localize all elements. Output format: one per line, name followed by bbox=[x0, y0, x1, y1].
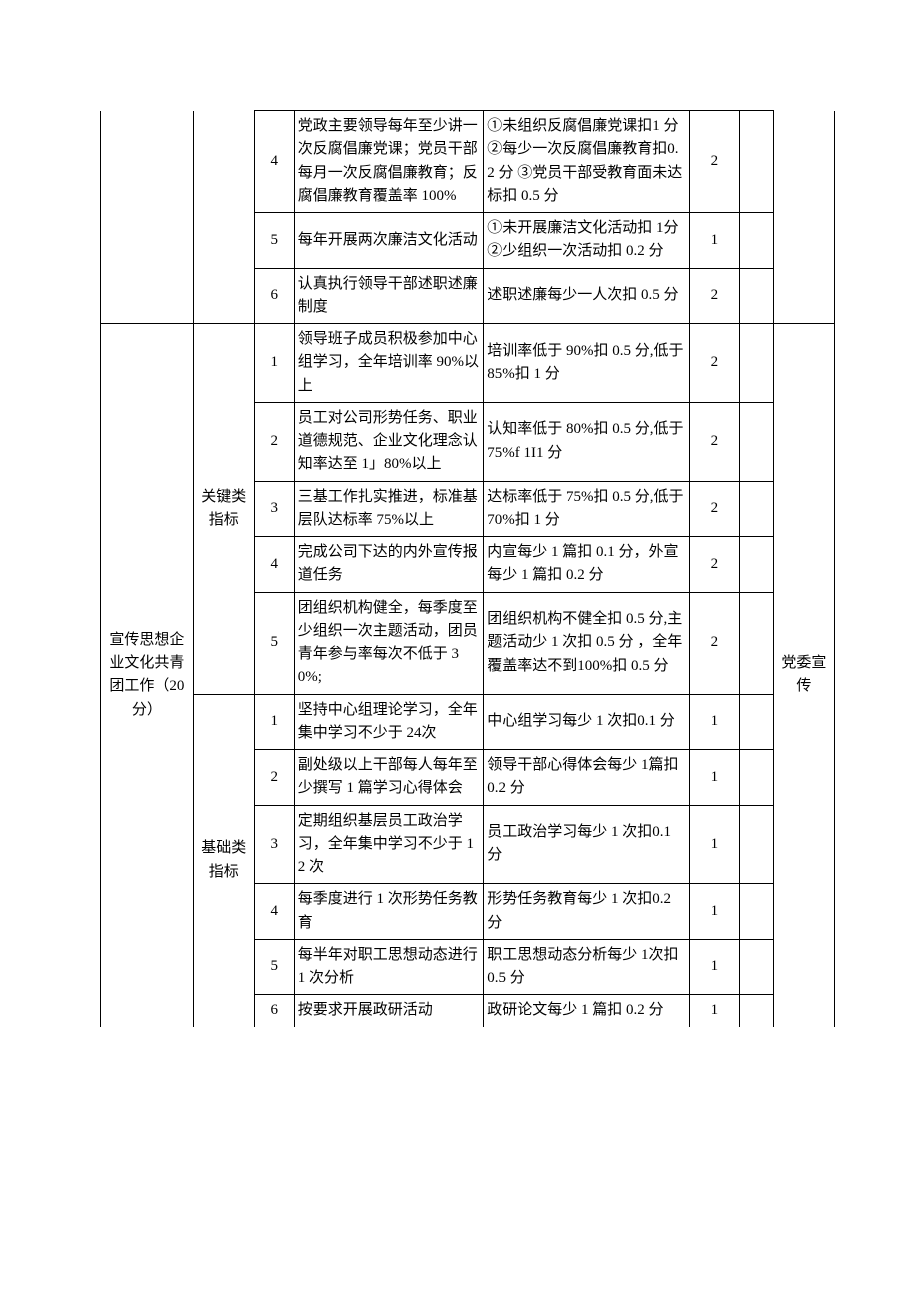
blank-cell bbox=[740, 324, 774, 403]
item-number: 6 bbox=[254, 995, 294, 1027]
item-number: 2 bbox=[254, 750, 294, 806]
item-score: 2 bbox=[689, 324, 740, 403]
document-page: 4 党政主要领导每年至少讲一次反腐倡廉党课；党员干部每月一次反腐倡廉教育；反腐倡… bbox=[0, 0, 920, 1301]
item-criteria: 认知率低于 80%扣 0.5 分,低于 75%f 1I1 分 bbox=[484, 402, 689, 481]
item-content: 完成公司下达的内外宣传报道任务 bbox=[294, 537, 484, 593]
item-number: 5 bbox=[254, 592, 294, 694]
item-score: 1 bbox=[689, 750, 740, 806]
item-content: 每年开展两次廉洁文化活动 bbox=[294, 213, 484, 269]
item-score: 2 bbox=[689, 537, 740, 593]
item-content: 每季度进行 1 次形势任务教育 bbox=[294, 884, 484, 940]
dept-cell: 党委宣传 bbox=[773, 324, 834, 1027]
category-cell-empty bbox=[101, 111, 194, 324]
item-number: 3 bbox=[254, 481, 294, 537]
table-row: 基础类指标 1 坚持中心组理论学习，全年集中学习不少于 24次 中心组学习每少 … bbox=[101, 694, 835, 750]
item-score: 1 bbox=[689, 805, 740, 884]
item-content: 党政主要领导每年至少讲一次反腐倡廉党课；党员干部每月一次反腐倡廉教育；反腐倡廉教… bbox=[294, 111, 484, 213]
item-score: 1 bbox=[689, 694, 740, 750]
item-score: 1 bbox=[689, 213, 740, 269]
item-number: 1 bbox=[254, 324, 294, 403]
assessment-table: 4 党政主要领导每年至少讲一次反腐倡廉党课；党员干部每月一次反腐倡廉教育；反腐倡… bbox=[100, 110, 835, 1027]
item-number: 3 bbox=[254, 805, 294, 884]
item-criteria: 培训率低于 90%扣 0.5 分,低于 85%扣 1 分 bbox=[484, 324, 689, 403]
item-content: 坚持中心组理论学习，全年集中学习不少于 24次 bbox=[294, 694, 484, 750]
blank-cell bbox=[740, 805, 774, 884]
item-score: 1 bbox=[689, 995, 740, 1027]
item-content: 副处级以上干部每人每年至少撰写 1 篇学习心得体会 bbox=[294, 750, 484, 806]
item-score: 1 bbox=[689, 939, 740, 995]
group-cell-empty bbox=[193, 111, 254, 324]
item-score: 2 bbox=[689, 111, 740, 213]
blank-cell bbox=[740, 995, 774, 1027]
blank-cell bbox=[740, 481, 774, 537]
item-number: 5 bbox=[254, 939, 294, 995]
table-row: 宣传思想企业文化共青团工作（20分） 关键类指标 1 领导班子成员积极参加中心组… bbox=[101, 324, 835, 403]
item-number: 4 bbox=[254, 537, 294, 593]
blank-cell bbox=[740, 213, 774, 269]
item-number: 1 bbox=[254, 694, 294, 750]
blank-cell bbox=[740, 939, 774, 995]
item-content: 定期组织基层员工政治学习，全年集中学习不少于 12 次 bbox=[294, 805, 484, 884]
blank-cell bbox=[740, 750, 774, 806]
group-base-cell: 基础类指标 bbox=[193, 694, 254, 1027]
item-criteria: 员工政治学习每少 1 次扣0.1 分 bbox=[484, 805, 689, 884]
blank-cell bbox=[740, 694, 774, 750]
item-criteria: ①未组织反腐倡廉党课扣1 分 ②每少一次反腐倡廉教育扣0.2 分 ③党员干部受教… bbox=[484, 111, 689, 213]
item-score: 2 bbox=[689, 592, 740, 694]
item-content: 三基工作扎实推进，标准基层队达标率 75%以上 bbox=[294, 481, 484, 537]
item-content: 领导班子成员积极参加中心组学习，全年培训率 90%以上 bbox=[294, 324, 484, 403]
item-content: 团组织机构健全，每季度至少组织一次主题活动，团员青年参与率每次不低于 30%; bbox=[294, 592, 484, 694]
group-key-cell: 关键类指标 bbox=[193, 324, 254, 695]
item-number: 2 bbox=[254, 402, 294, 481]
item-criteria: 团组织机构不健全扣 0.5 分,主题活动少 1 次扣 0.5 分 ，全年覆盖率达… bbox=[484, 592, 689, 694]
item-criteria: 形势任务教育每少 1 次扣0.2 分 bbox=[484, 884, 689, 940]
item-criteria: 达标率低于 75%扣 0.5 分,低于 70%扣 1 分 bbox=[484, 481, 689, 537]
item-criteria: 职工思想动态分析每少 1次扣 0.5 分 bbox=[484, 939, 689, 995]
table-row: 4 党政主要领导每年至少讲一次反腐倡廉党课；党员干部每月一次反腐倡廉教育；反腐倡… bbox=[101, 111, 835, 213]
dept-cell-empty bbox=[773, 111, 834, 324]
item-score: 2 bbox=[689, 268, 740, 324]
blank-cell bbox=[740, 592, 774, 694]
item-number: 4 bbox=[254, 111, 294, 213]
blank-cell bbox=[740, 537, 774, 593]
item-score: 2 bbox=[689, 402, 740, 481]
item-score: 1 bbox=[689, 884, 740, 940]
category-cell: 宣传思想企业文化共青团工作（20分） bbox=[101, 324, 194, 1027]
item-criteria: 述职述廉每少一人次扣 0.5 分 bbox=[484, 268, 689, 324]
item-criteria: 中心组学习每少 1 次扣0.1 分 bbox=[484, 694, 689, 750]
blank-cell bbox=[740, 268, 774, 324]
item-number: 4 bbox=[254, 884, 294, 940]
item-score: 2 bbox=[689, 481, 740, 537]
blank-cell bbox=[740, 884, 774, 940]
item-number: 5 bbox=[254, 213, 294, 269]
blank-cell bbox=[740, 402, 774, 481]
item-content: 每半年对职工思想动态进行 1 次分析 bbox=[294, 939, 484, 995]
item-criteria: ①未开展廉洁文化活动扣 1分 ②少组织一次活动扣 0.2 分 bbox=[484, 213, 689, 269]
item-criteria: 内宣每少 1 篇扣 0.1 分，外宣每少 1 篇扣 0.2 分 bbox=[484, 537, 689, 593]
item-content: 按要求开展政研活动 bbox=[294, 995, 484, 1027]
item-number: 6 bbox=[254, 268, 294, 324]
item-criteria: 政研论文每少 1 篇扣 0.2 分 bbox=[484, 995, 689, 1027]
item-criteria: 领导干部心得体会每少 1篇扣 0.2 分 bbox=[484, 750, 689, 806]
blank-cell bbox=[740, 111, 774, 213]
item-content: 员工对公司形势任务、职业道德规范、企业文化理念认知率达至 1」80%以上 bbox=[294, 402, 484, 481]
item-content: 认真执行领导干部述职述廉制度 bbox=[294, 268, 484, 324]
